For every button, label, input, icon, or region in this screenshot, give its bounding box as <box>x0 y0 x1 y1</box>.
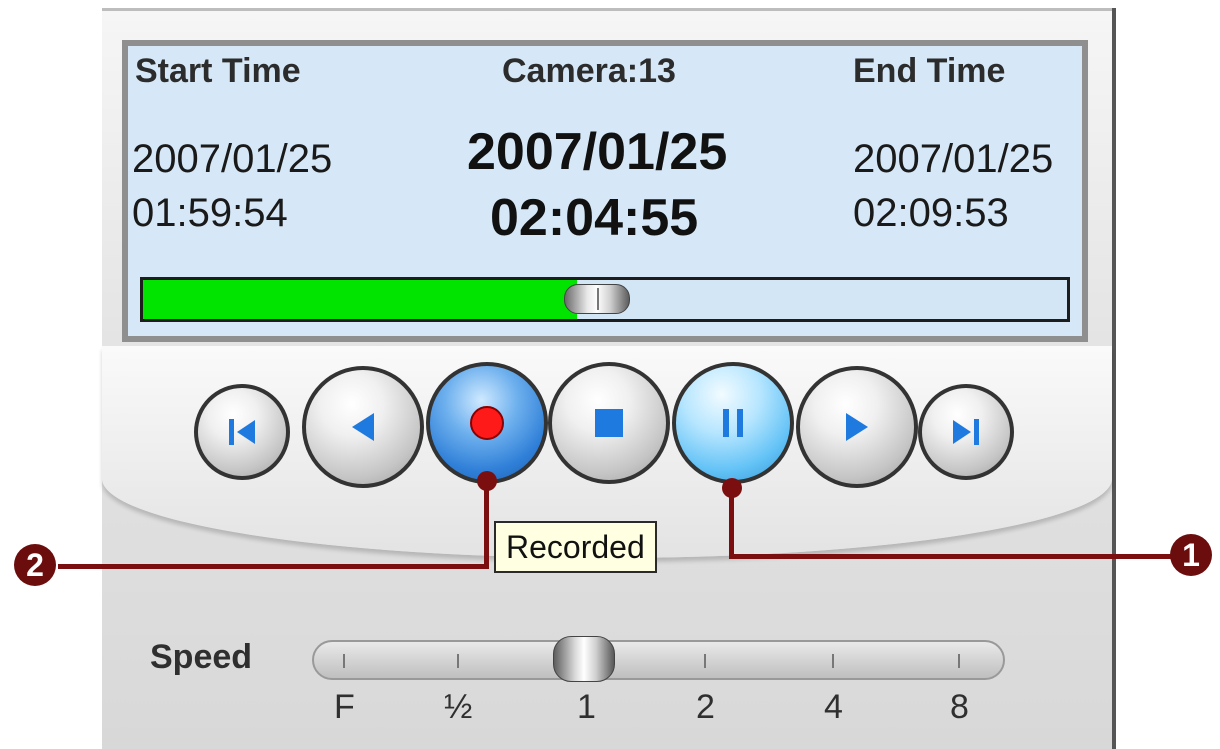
skip-to-start-button[interactable] <box>194 384 290 480</box>
start-date: 2007/01/25 <box>132 137 333 181</box>
callout-2-badge: 2 <box>14 544 56 586</box>
play-forward-button[interactable] <box>796 366 918 488</box>
stop-icon <box>595 409 623 437</box>
panel-right-border <box>1112 8 1116 749</box>
speed-tick <box>457 654 459 668</box>
speed-slider-track[interactable] <box>312 640 1005 680</box>
play-reverse-button[interactable] <box>302 366 424 488</box>
camera-label: Camera:13 <box>502 52 676 90</box>
end-time: 02:09:53 <box>853 191 1009 235</box>
record-tooltip: Recorded <box>494 521 657 573</box>
speed-tick-label: 4 <box>824 688 843 726</box>
speed-tick <box>832 654 834 668</box>
end-date: 2007/01/25 <box>853 137 1054 181</box>
pause-icon <box>723 409 743 437</box>
speed-tick-label: F <box>334 688 355 726</box>
speed-tick-label: 1 <box>577 688 596 726</box>
speed-tick <box>958 654 960 668</box>
skip-end-icon <box>953 419 979 445</box>
speed-tick <box>704 654 706 668</box>
callout-2-line-horizontal <box>58 564 489 569</box>
start-time: 01:59:54 <box>132 191 288 235</box>
record-button[interactable] <box>426 362 548 484</box>
pause-button[interactable] <box>672 362 794 484</box>
speed-tick-label: 2 <box>696 688 715 726</box>
play-icon <box>846 413 868 441</box>
end-time-label: End Time <box>853 52 1006 90</box>
panel-top-border <box>102 8 1116 11</box>
callout-1-badge: 1 <box>1170 534 1212 576</box>
skip-start-icon <box>229 419 255 445</box>
speed-label: Speed <box>150 638 253 676</box>
current-time: 02:04:55 <box>490 189 699 247</box>
speed-tick-label: 8 <box>950 688 969 726</box>
callout-1-line-horizontal <box>729 554 1177 559</box>
speed-tick <box>343 654 345 668</box>
callout-2-line-vertical <box>484 480 489 568</box>
skip-to-end-button[interactable] <box>918 384 1014 480</box>
stop-button[interactable] <box>548 362 670 484</box>
record-icon <box>470 406 504 440</box>
speed-tick-label: ½ <box>444 688 473 726</box>
start-time-label: Start Time <box>135 52 301 90</box>
speed-slider-thumb[interactable] <box>553 636 615 682</box>
current-date: 2007/01/25 <box>467 123 728 181</box>
play-reverse-icon <box>352 413 374 441</box>
progress-thumb[interactable] <box>564 284 630 314</box>
callout-1-line-vertical <box>729 488 734 558</box>
progress-fill <box>143 280 577 319</box>
